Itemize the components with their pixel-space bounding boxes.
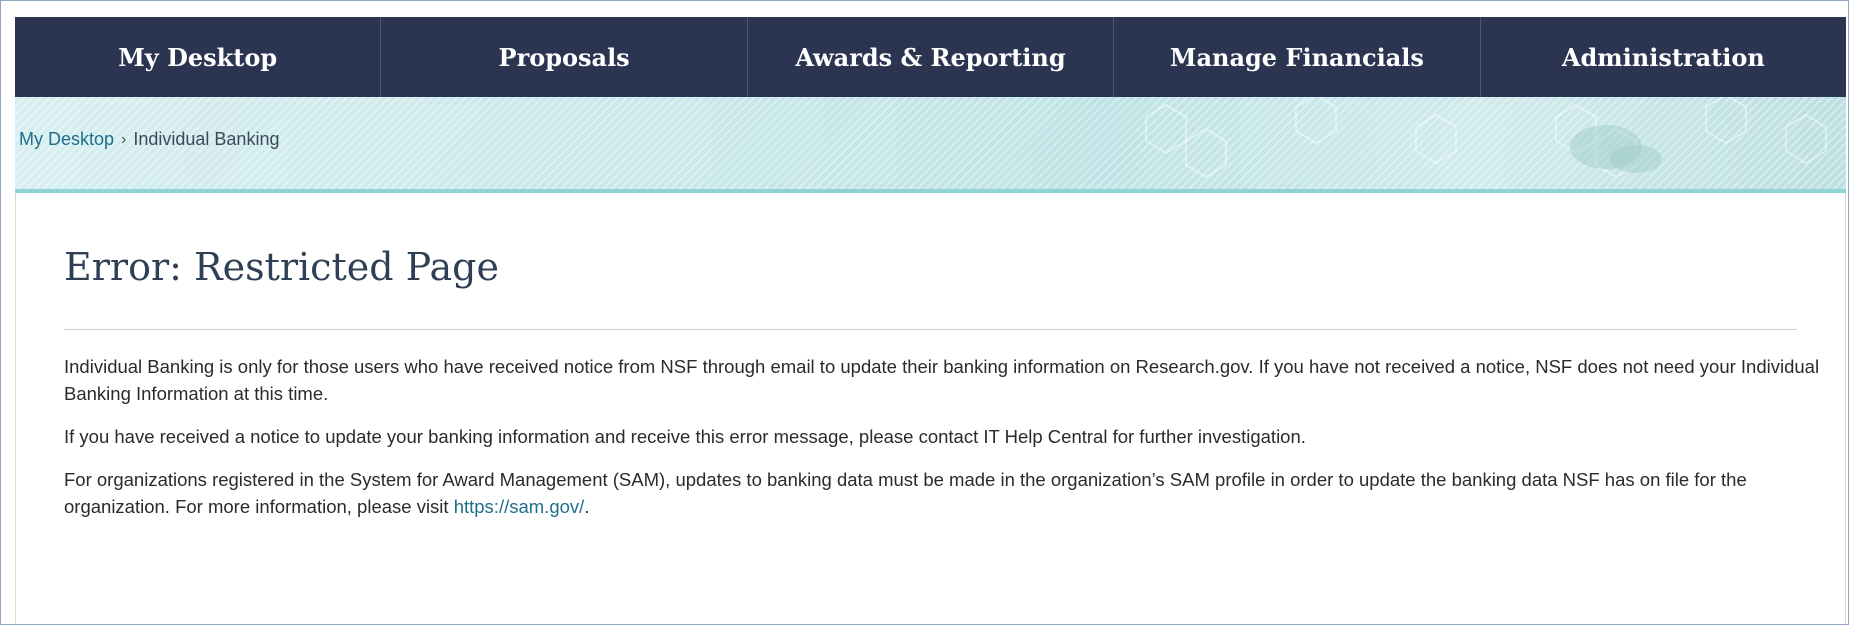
nav-item-label: Manage Financials (1169, 42, 1424, 72)
title-divider (64, 329, 1797, 330)
error-paragraph-2: If you have received a notice to update … (64, 426, 1306, 447)
error-paragraph-1: Individual Banking is only for those use… (64, 356, 1820, 404)
nav-item-label: My Desktop (118, 42, 278, 72)
breadcrumb: My Desktop › Individual Banking (19, 129, 279, 150)
nav-item-awards-reporting[interactable]: Awards & Reporting (748, 17, 1115, 97)
paragraph-3-end: . (584, 496, 590, 517)
sam-gov-link[interactable]: https://sam.gov/ (454, 496, 585, 517)
nav-item-label: Proposals (498, 42, 630, 72)
content-panel: Error: Restricted Page Individual Bankin… (15, 193, 1846, 624)
nav-item-administration[interactable]: Administration (1481, 17, 1846, 97)
breadcrumb-current: Individual Banking (133, 129, 280, 149)
top-navigation: My Desktop Proposals Awards & Reporting … (15, 17, 1846, 97)
error-message-body: Individual Banking is only for those use… (64, 353, 1824, 536)
breadcrumb-separator: › (121, 130, 127, 148)
nav-item-manage-financials[interactable]: Manage Financials (1114, 17, 1481, 97)
nav-item-label: Administration (1561, 42, 1765, 72)
paragraph-3-text: For organizations registered in the Syst… (64, 469, 1747, 517)
nav-item-label: Awards & Reporting (795, 42, 1066, 72)
error-paragraph-3: For organizations registered in the Syst… (64, 466, 1824, 520)
nav-item-my-desktop[interactable]: My Desktop (15, 17, 382, 97)
nav-item-proposals[interactable]: Proposals (381, 17, 748, 97)
breadcrumb-link-my-desktop[interactable]: My Desktop (19, 129, 114, 150)
hexagon-pattern-decoration (1145, 97, 1827, 178)
hero-banner: My Desktop › Individual Banking (15, 97, 1846, 193)
page-title: Error: Restricted Page (64, 245, 499, 289)
page-frame: My Desktop Proposals Awards & Reporting … (0, 0, 1849, 625)
